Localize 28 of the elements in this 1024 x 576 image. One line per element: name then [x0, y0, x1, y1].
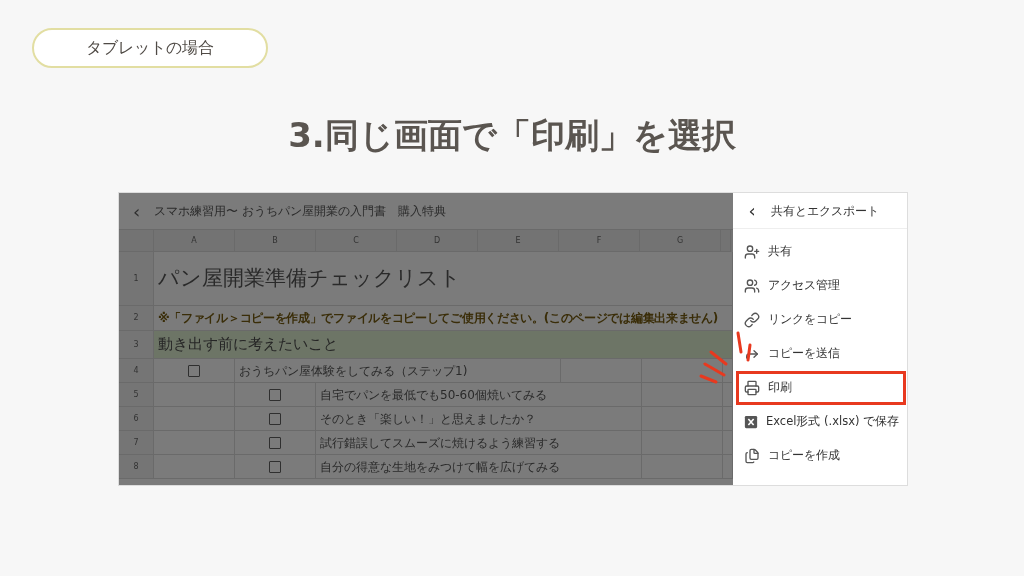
row-number: 5: [119, 383, 154, 407]
document-title: スマホ練習用〜 おうちパン屋開業の入門書 購入特典: [154, 203, 446, 220]
task-text: そのとき「楽しい！」と思えましたか？: [320, 410, 536, 428]
panel-back-button[interactable]: ‹: [733, 197, 771, 224]
task-text: 自宅でパンを最低でも50-60個焼いてみる: [320, 386, 547, 404]
row-number: 1: [119, 252, 154, 306]
menu-item[interactable]: Excel形式 (.xlsx) で保存: [736, 405, 906, 439]
menu-item[interactable]: コピーを作成: [736, 439, 906, 473]
task-text: おうちパン屋体験をしてみる（ステップ1): [239, 362, 468, 380]
menu-item[interactable]: アクセス管理: [736, 269, 906, 303]
row-number: 4: [119, 359, 154, 383]
menu-item[interactable]: コピーを送信: [736, 337, 906, 371]
note-text: ※「ファイル＞コピーを作成」でファイルをコピーしてご使用ください。(このページでは編集出来ません): [158, 310, 718, 327]
menu-item[interactable]: リンクをコピー: [736, 303, 906, 337]
menu-item[interactable]: 印刷: [736, 371, 906, 405]
row-number: 6: [119, 407, 154, 431]
row-number: 8: [119, 455, 154, 479]
row-number: 2: [119, 306, 154, 331]
category-badge: タブレットの場合: [32, 28, 268, 68]
step-heading: 3.同じ画面で「印刷」を選択: [288, 118, 736, 152]
row-number: 3: [119, 331, 154, 359]
sheet-title: パン屋開業準備チェックリスト: [158, 264, 461, 292]
task-text: 試行錯誤してスムーズに焼けるよう練習する: [320, 434, 560, 452]
section-heading: 動き出す前に考えたいこと: [158, 334, 338, 356]
row-number: 7: [119, 431, 154, 455]
task-text: 自分の得意な生地をみつけて幅を広げてみる: [320, 458, 560, 476]
menu-item[interactable]: 共有: [736, 235, 906, 269]
panel-title: 共有とエクスポート: [771, 202, 879, 220]
